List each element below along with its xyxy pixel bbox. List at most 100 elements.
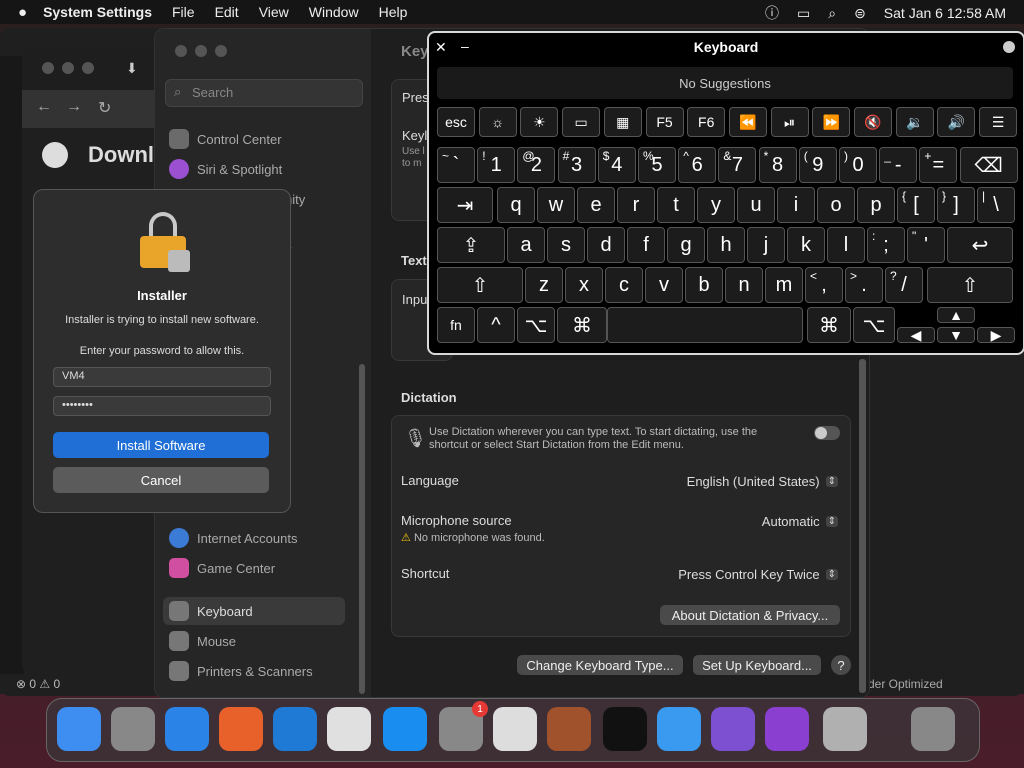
key-fn-7[interactable]: ⏪ [728, 107, 767, 137]
key-q-2[interactable]: w [537, 187, 575, 223]
apple-icon[interactable]: ● [18, 4, 27, 21]
key-left-arrow[interactable]: ◀ [897, 327, 935, 343]
settings-close-button[interactable] [175, 45, 187, 57]
sidebar-item-siri[interactable]: Siri & Spotlight [169, 157, 349, 181]
key-q-3[interactable]: e [577, 187, 615, 223]
menu-file[interactable]: File [172, 4, 195, 20]
accessibility-icon[interactable]: ⓘ [765, 3, 779, 23]
key-left-option[interactable]: ⌥ [517, 307, 555, 343]
clock[interactable]: Sat Jan 6 12:58 AM [884, 5, 1006, 21]
launchpad-icon[interactable] [111, 707, 155, 751]
error-count[interactable]: ⊗ 0 ⚠ 0 [16, 677, 60, 691]
key-right-shift[interactable]: ⇧ [927, 267, 1013, 303]
key-q-6[interactable]: y [697, 187, 735, 223]
key-q-9[interactable]: o [817, 187, 855, 223]
key-fn-12[interactable]: 🔊 [937, 107, 976, 137]
chrome-icon[interactable] [327, 707, 371, 751]
installer-icon[interactable] [823, 707, 867, 751]
sidebar-item-privacy-security[interactable]: nity [285, 187, 345, 211]
window-minimize-button[interactable] [62, 62, 74, 74]
window-close-button[interactable] [42, 62, 54, 74]
terminal-icon[interactable] [603, 707, 647, 751]
menu-window[interactable]: Window [309, 4, 359, 20]
key-fn-2[interactable]: ☀ [520, 107, 559, 137]
install-software-button[interactable]: Install Software [53, 432, 269, 458]
key-a-7[interactable]: j [747, 227, 785, 263]
pycharm-icon[interactable] [765, 707, 809, 751]
key-fn-8[interactable]: ⏯ [770, 107, 809, 137]
microphone-source-select[interactable]: Automatic ⇕ [692, 512, 838, 530]
key-z-8[interactable]: <, [805, 267, 843, 303]
key-z-5[interactable]: b [685, 267, 723, 303]
key-q-12[interactable]: }] [937, 187, 975, 223]
key-a-5[interactable]: g [667, 227, 705, 263]
dictation-toggle[interactable] [814, 426, 840, 440]
key-q-1[interactable]: q [497, 187, 535, 223]
window-zoom-button[interactable] [82, 62, 94, 74]
menu-edit[interactable]: Edit [215, 4, 239, 20]
vscode-icon[interactable] [273, 707, 317, 751]
key-z-10[interactable]: ? / [885, 267, 923, 303]
key-left-shift[interactable]: ⇧ [437, 267, 523, 303]
key-right-command[interactable]: ⌘ [807, 307, 851, 343]
key-fn-13[interactable]: ☰ [979, 107, 1018, 137]
key-num-1[interactable]: ! 1 [477, 147, 516, 183]
garageband-icon[interactable] [547, 707, 591, 751]
language-select[interactable]: English (United States) ⇕ [662, 472, 838, 490]
key-fn-3[interactable]: ▭ [562, 107, 601, 137]
key-control[interactable]: ^ [477, 307, 515, 343]
key-num-2[interactable]: @2 [517, 147, 556, 183]
key-q-13[interactable]: | \ [977, 187, 1015, 223]
shortcut-select[interactable]: Press Control Key Twice ⇕ [632, 565, 838, 583]
menu-view[interactable]: View [259, 4, 289, 20]
options-icon[interactable] [1003, 41, 1015, 53]
key-right-option[interactable]: ⌥ [853, 307, 895, 343]
key-q-7[interactable]: u [737, 187, 775, 223]
key-fn[interactable]: fn [437, 307, 475, 343]
key-fn-9[interactable]: ⏩ [812, 107, 851, 137]
key-num-11[interactable]: _ - [879, 147, 918, 183]
key-z-2[interactable]: x [565, 267, 603, 303]
set-up-keyboard-button[interactable]: Set Up Keyboard... [693, 655, 821, 675]
key-fn-6[interactable]: F6 [687, 107, 726, 137]
sidebar-item-control-center[interactable]: Control Center [169, 127, 349, 151]
visual-studio-icon[interactable] [711, 707, 755, 751]
key-num-9[interactable]: (9 [798, 147, 837, 183]
download-icon[interactable]: ⬇ [126, 60, 138, 77]
about-dictation-button[interactable]: About Dictation & Privacy... [660, 605, 840, 625]
help-button[interactable]: ? [831, 655, 851, 675]
username-field[interactable]: VM4 [53, 367, 271, 387]
key-a-10[interactable]: :; [867, 227, 905, 263]
key-fn-0[interactable]: esc [437, 107, 475, 137]
key-q-8[interactable]: i [777, 187, 815, 223]
key-num-3[interactable]: #3 [557, 147, 596, 183]
sidebar-item-keyboard[interactable]: Keyboard [169, 599, 349, 623]
key-a-4[interactable]: f [627, 227, 665, 263]
key-num-12[interactable]: + = [919, 147, 958, 183]
key-tab[interactable]: ⇥ [437, 187, 493, 223]
key-q-4[interactable]: r [617, 187, 655, 223]
key-num-0[interactable]: ~ ` [437, 147, 475, 183]
key-z-1[interactable]: z [525, 267, 563, 303]
sidebar-scrollbar[interactable] [359, 364, 365, 694]
key-z-6[interactable]: n [725, 267, 763, 303]
forward-icon[interactable]: → [66, 98, 82, 116]
key-fn-11[interactable]: 🔉 [895, 107, 934, 137]
key-z-3[interactable]: c [605, 267, 643, 303]
key-num-7[interactable]: & 7 [718, 147, 757, 183]
key-num-5[interactable]: % 5 [638, 147, 676, 183]
safari-icon[interactable] [165, 707, 209, 751]
menu-help[interactable]: Help [379, 4, 408, 20]
key-fn-1[interactable]: ☼ [478, 107, 517, 137]
reload-icon[interactable]: ↻ [98, 98, 111, 118]
key-q-11[interactable]: {[ [897, 187, 935, 223]
key-q-5[interactable]: t [657, 187, 695, 223]
key-down-arrow[interactable]: ▼ [937, 327, 975, 343]
cancel-button[interactable]: Cancel [53, 467, 269, 493]
key-return[interactable]: ↩ [947, 227, 1013, 263]
sidebar-item-mouse[interactable]: Mouse [169, 629, 349, 653]
sidebar-item-printers[interactable]: Printers & Scanners [169, 659, 349, 683]
key-num-13[interactable]: ⌫ [959, 147, 1018, 183]
finder-icon[interactable] [57, 707, 101, 751]
key-a-2[interactable]: s [547, 227, 585, 263]
